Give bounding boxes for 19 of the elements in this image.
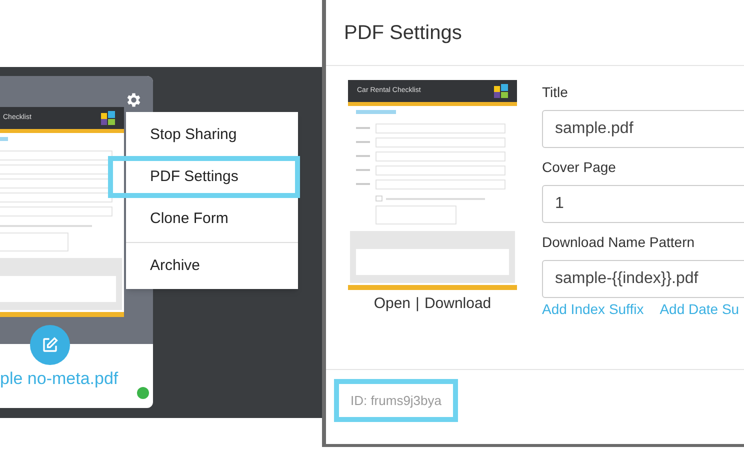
text-field[interactable]: sample-{{index}}.pdf: [542, 260, 744, 298]
menu-item[interactable]: Stop Sharing: [126, 118, 298, 152]
open-link[interactable]: Open: [374, 293, 411, 316]
edit-icon: [41, 336, 59, 354]
field-label: Download Name Pattern: [542, 233, 696, 252]
form-id: ID: frums9j3bya: [334, 379, 458, 422]
logo-icon: [101, 111, 115, 125]
logo-icon: [494, 84, 508, 98]
menu-item[interactable]: Clone Form: [126, 202, 298, 236]
dialog-title: PDF Settings: [344, 20, 462, 46]
field-label: Cover Page: [542, 158, 617, 177]
link-separator: |: [416, 294, 420, 314]
text-field[interactable]: 1: [542, 185, 744, 223]
menu-item[interactable]: PDF Settings: [108, 156, 300, 198]
field-label: Title: [542, 83, 569, 102]
menu-item[interactable]: Archive: [126, 249, 298, 283]
text-field[interactable]: sample.pdf: [542, 110, 744, 148]
download-link[interactable]: Download: [424, 293, 492, 316]
edit-button[interactable]: [30, 325, 70, 365]
